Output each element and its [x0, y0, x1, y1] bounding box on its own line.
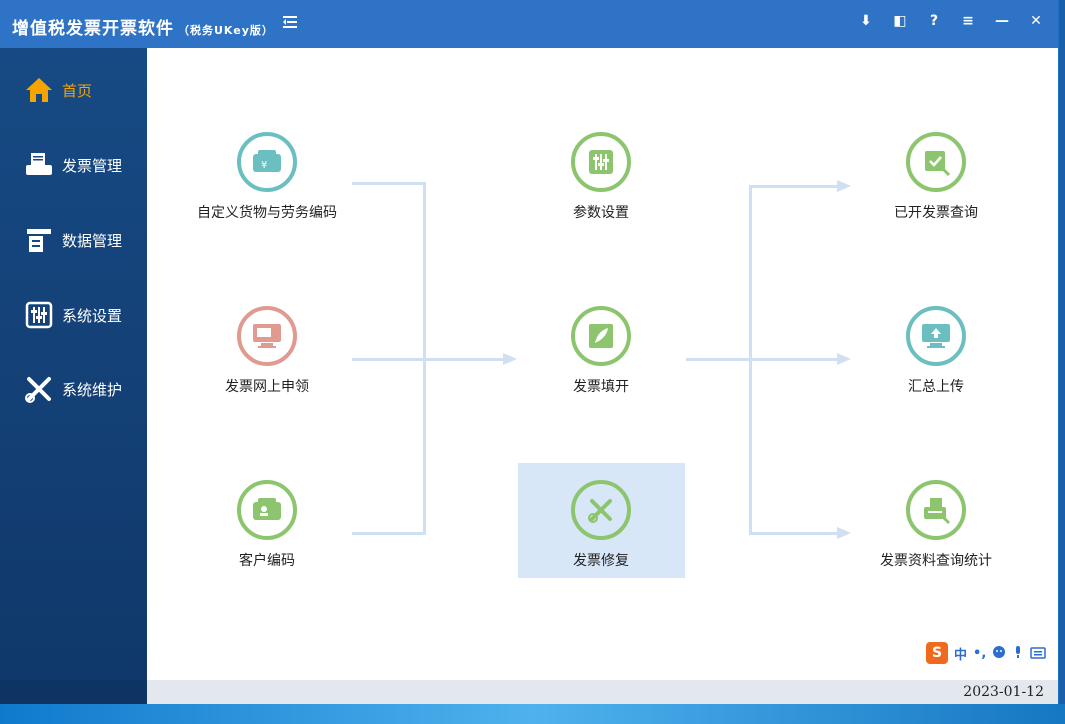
node-invoice-statistics[interactable]: 发票资料查询统计 [851, 480, 1021, 570]
node-label: 发票修复 [573, 553, 629, 569]
title-bar: 增值税发票开票软件 （税务UKey版） ⬇ ◧ ? ≡ — ✕ [0, 0, 1058, 48]
flow-line [686, 358, 751, 361]
menu-icon[interactable]: ≡ [954, 10, 982, 32]
keyboard-icon[interactable] [1030, 644, 1047, 663]
node-summary-upload[interactable]: 汇总上传 [851, 306, 1021, 396]
node-invoice-issue[interactable]: 发票填开 [516, 306, 686, 396]
repair-tools-icon [571, 480, 631, 540]
flow-line [751, 185, 838, 188]
settings-sliders-icon [22, 298, 56, 332]
node-label: 发票网上申领 [225, 379, 309, 395]
node-customer-codes[interactable]: 客户编码 [182, 480, 352, 570]
sogou-logo-icon: S [926, 642, 948, 664]
sidebar: 首页 发票管理 数据管理 系统设置 系统维护 [0, 48, 147, 680]
desktop-background [0, 704, 1065, 724]
customer-card-icon [237, 480, 297, 540]
flow-line [352, 532, 425, 535]
monitor-apply-icon [237, 306, 297, 366]
sidebar-item-label: 首页 [62, 81, 93, 100]
sidebar-collapse-icon[interactable] [282, 14, 298, 30]
feather-icon [571, 306, 631, 366]
minimize-icon[interactable]: — [988, 10, 1016, 32]
ime-punctuation[interactable]: •, [973, 646, 986, 661]
sidebar-item-settings[interactable]: 系统设置 [0, 287, 147, 343]
download-icon[interactable]: ⬇ [852, 10, 880, 32]
status-bar-left [0, 680, 147, 704]
status-bar: 2023-01-12 [0, 680, 1058, 704]
restore-icon[interactable]: ◧ [886, 10, 914, 32]
goods-wallet-icon: ¥ [237, 132, 297, 192]
flow-arrow [837, 180, 851, 192]
node-label: 发票填开 [573, 379, 629, 395]
flow-line [425, 358, 503, 361]
home-icon [22, 73, 56, 107]
tools-icon [22, 372, 56, 406]
node-label: 参数设置 [573, 205, 629, 221]
main-panel: ¥ 自定义货物与劳务编码 发票网上申领 客户编码 参数设置 发票填开 发票修复 … [147, 48, 1058, 680]
node-label: 自定义货物与劳务编码 [197, 205, 337, 221]
node-issued-invoice-query[interactable]: 已开发票查询 [851, 132, 1021, 222]
node-label: 已开发票查询 [894, 205, 978, 221]
node-goods-codes[interactable]: ¥ 自定义货物与劳务编码 [182, 132, 352, 222]
invoice-printer-icon [22, 148, 56, 182]
node-invoice-apply[interactable]: 发票网上申领 [182, 306, 352, 396]
input-method-toolbar[interactable]: S 中 •, [922, 640, 1051, 666]
app-subtitle: （税务UKey版） [178, 24, 274, 37]
parameter-sliders-icon [571, 132, 631, 192]
app-title-text: 增值税发票开票软件 [12, 19, 174, 39]
sidebar-item-data[interactable]: 数据管理 [0, 212, 147, 268]
app-window: 增值税发票开票软件 （税务UKey版） ⬇ ◧ ? ≡ — ✕ 首页 发票管理 [0, 0, 1058, 704]
sidebar-item-label: 系统维护 [62, 380, 123, 399]
flow-line [751, 358, 838, 361]
flow-line [751, 532, 838, 535]
flow-arrow [837, 527, 851, 539]
sidebar-item-label: 发票管理 [62, 156, 123, 175]
flow-arrow [837, 353, 851, 365]
help-icon[interactable]: ? [920, 10, 948, 32]
flow-line [352, 182, 425, 185]
flow-line [352, 358, 425, 361]
sidebar-item-maintenance[interactable]: 系统维护 [0, 361, 147, 417]
node-label: 汇总上传 [908, 379, 964, 395]
app-title: 增值税发票开票软件 （税务UKey版） [12, 14, 274, 39]
emoji-icon[interactable] [992, 644, 1006, 663]
ime-mode[interactable]: 中 [954, 644, 967, 663]
node-label: 客户编码 [239, 553, 295, 569]
data-management-icon [22, 223, 56, 257]
sidebar-item-label: 系统设置 [62, 306, 123, 325]
microphone-icon[interactable] [1012, 644, 1024, 663]
sidebar-item-invoice[interactable]: 发票管理 [0, 137, 147, 193]
close-icon[interactable]: ✕ [1022, 10, 1050, 32]
status-date: 2023-01-12 [963, 684, 1044, 700]
flow-arrow [503, 353, 517, 365]
sidebar-item-home[interactable]: 首页 [0, 62, 147, 118]
node-invoice-repair[interactable]: 发票修复 [516, 480, 686, 570]
upload-monitor-icon [906, 306, 966, 366]
window-controls: ⬇ ◧ ? ≡ — ✕ [852, 10, 1050, 32]
sidebar-item-label: 数据管理 [62, 231, 123, 250]
invoice-search-icon [906, 132, 966, 192]
node-label: 发票资料查询统计 [880, 553, 992, 569]
node-parameter-settings[interactable]: 参数设置 [516, 132, 686, 222]
printer-stats-icon [906, 480, 966, 540]
svg-text:¥: ¥ [261, 160, 267, 171]
